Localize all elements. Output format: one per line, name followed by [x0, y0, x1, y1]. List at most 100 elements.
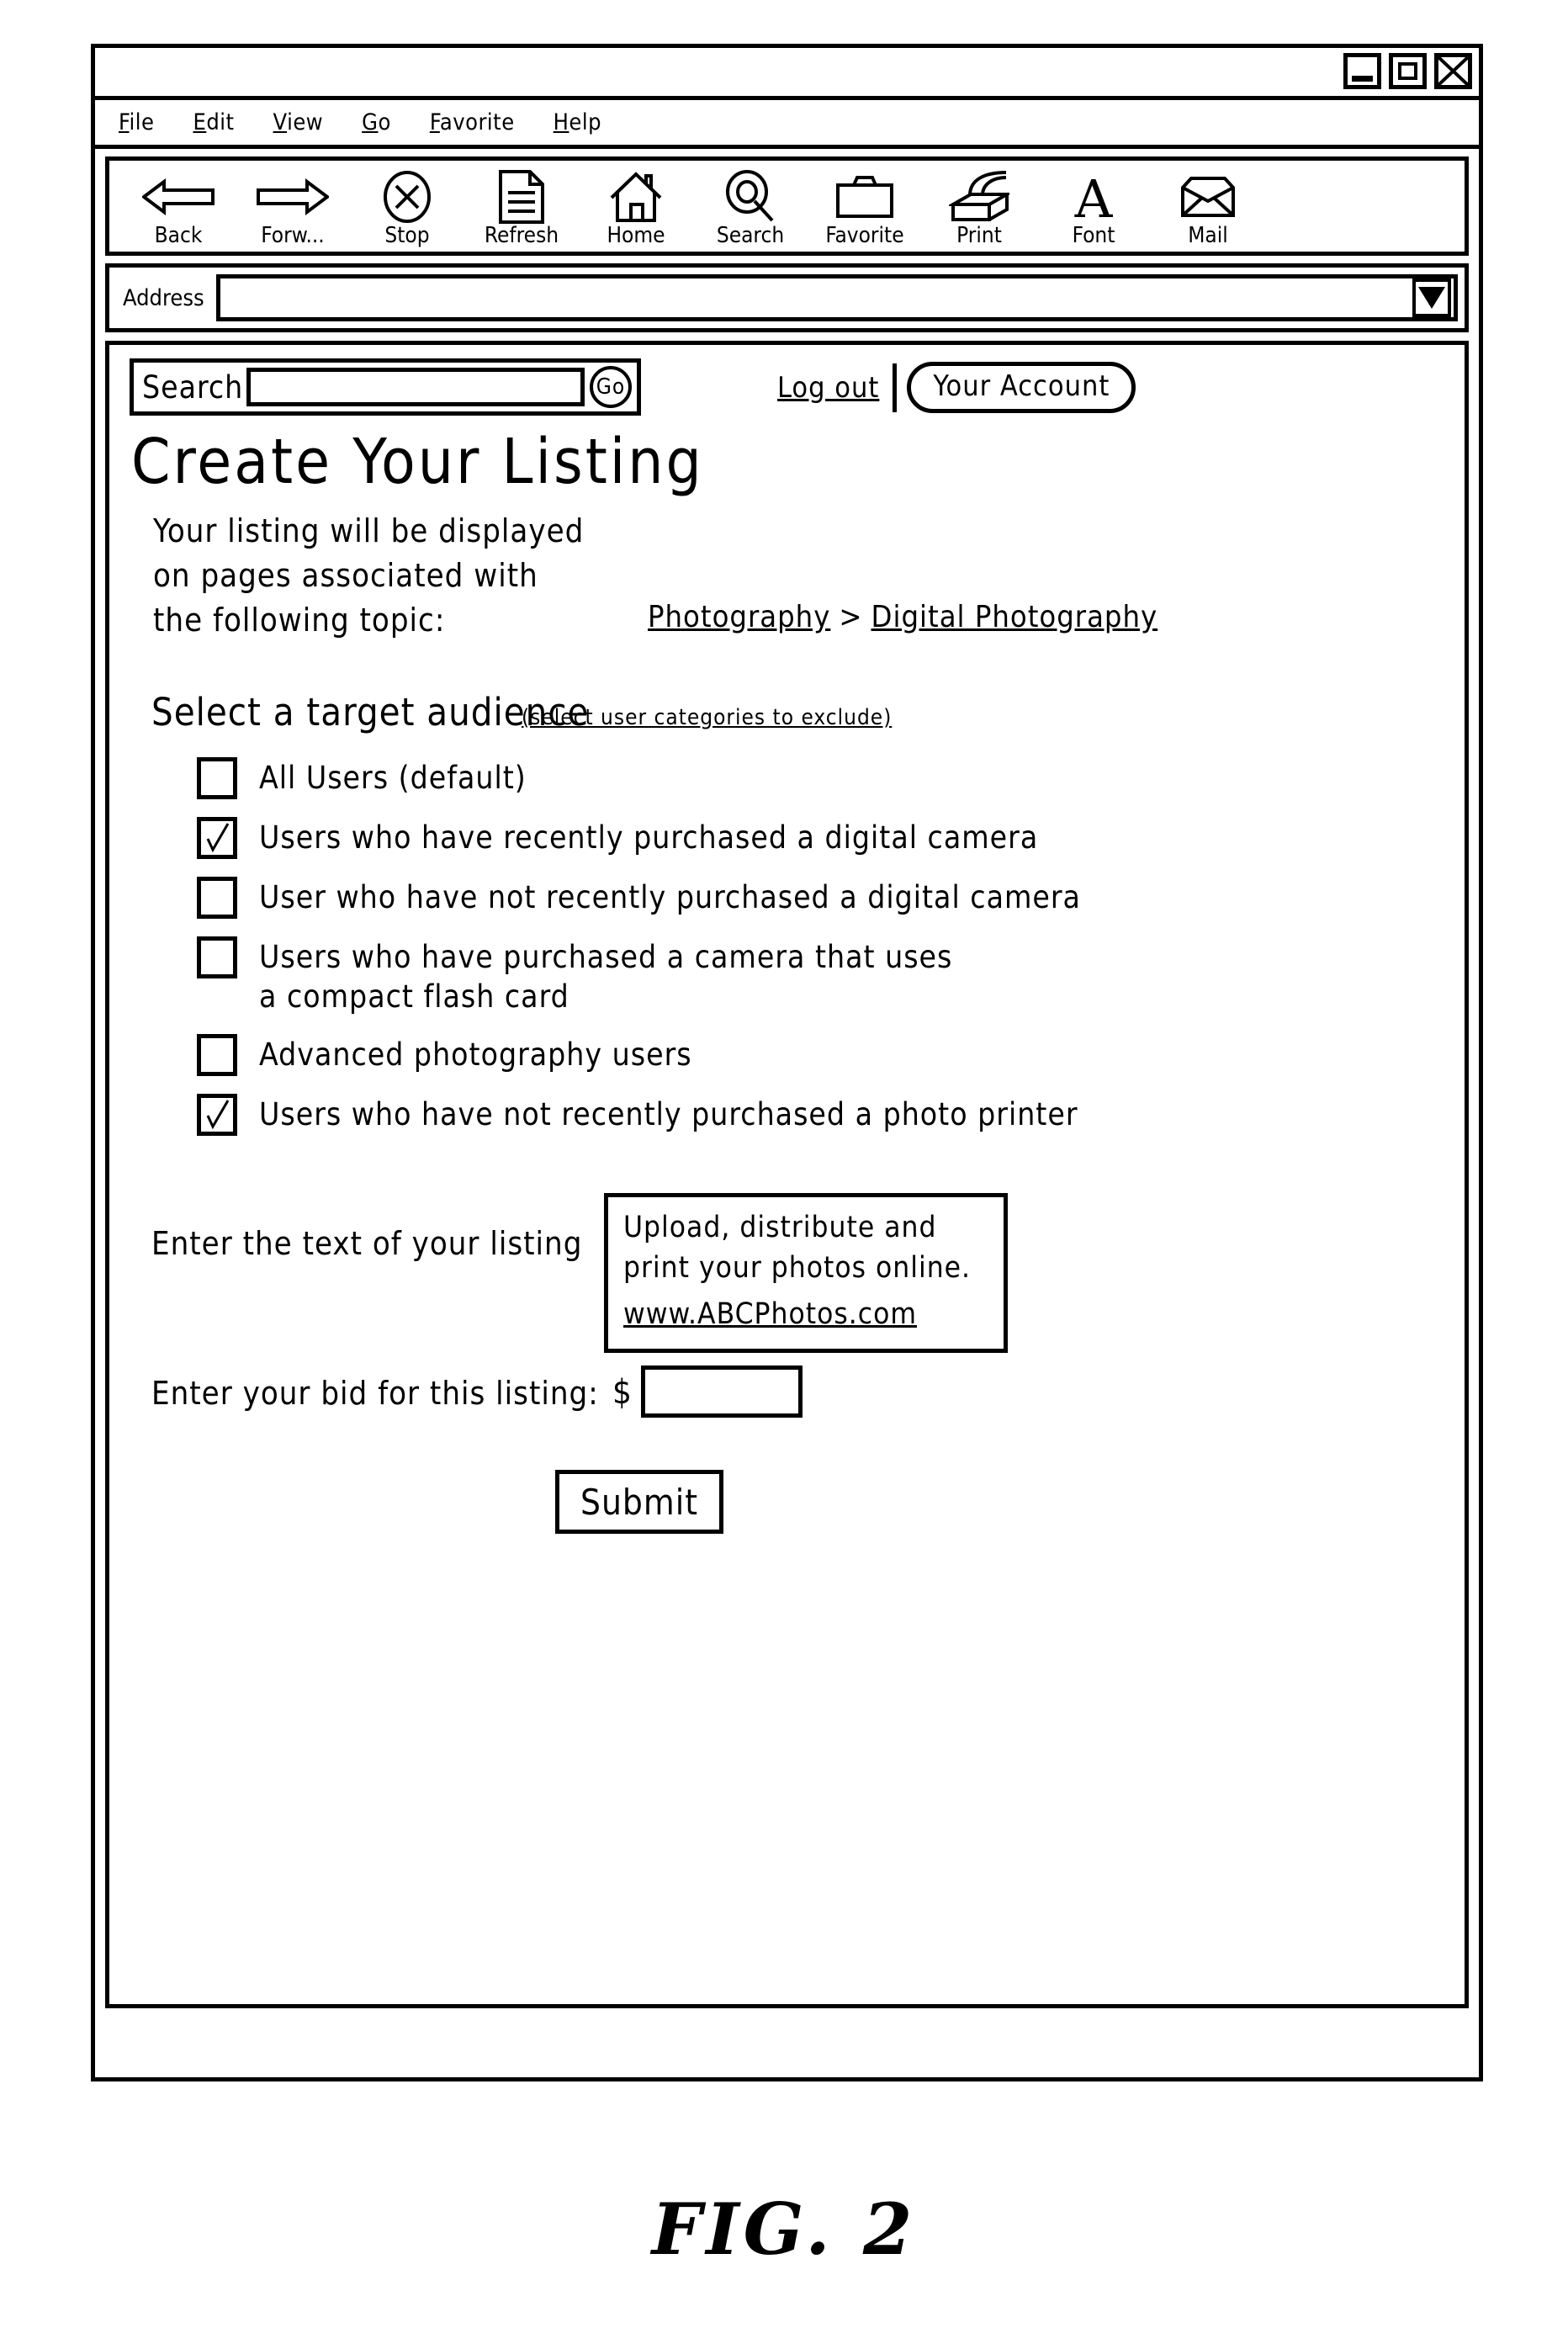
- toolbar-label: Forw...: [261, 223, 325, 248]
- audience-section-hint[interactable]: (select user categories to exclude): [522, 705, 892, 730]
- toolbar-label: Mail: [1188, 223, 1228, 248]
- toolbar-button-search[interactable]: Search: [693, 161, 808, 248]
- menu-item-label: elp: [569, 109, 602, 135]
- checkbox-row-compact-flash-camera[interactable]: Users who have purchased a camera that u…: [197, 936, 1448, 1016]
- toolbar-button-refresh[interactable]: Refresh: [464, 161, 579, 248]
- menu-item-favorite[interactable]: Favorite: [430, 109, 515, 135]
- search-label: Search: [142, 369, 244, 406]
- toolbar-label: Stop: [384, 223, 430, 248]
- arrow-left-icon: [142, 171, 215, 223]
- checkbox-label: Users who have purchased a camera that u…: [259, 939, 953, 1015]
- checkbox-all-users[interactable]: [197, 757, 237, 799]
- printer-icon: [949, 171, 1009, 223]
- menu-mnemonic: F: [429, 109, 440, 135]
- toolbar-container: Back Forw... Stop Refresh Home Search Fa…: [95, 149, 1479, 263]
- checkbox-non-recent-printer-buyers[interactable]: [197, 1094, 237, 1136]
- checkbox-row-non-recent-camera-buyers[interactable]: User who have not recently purchased a d…: [197, 877, 1448, 919]
- menu-item-label: o: [378, 109, 391, 135]
- svg-text:A: A: [1074, 172, 1114, 222]
- checkbox-row-advanced-photography-users[interactable]: Advanced photography users: [197, 1034, 1448, 1076]
- bid-currency-symbol: $: [612, 1373, 633, 1412]
- menu-bar: File Edit View Go Favorite Help: [95, 100, 1479, 149]
- bid-input[interactable]: [641, 1366, 803, 1418]
- menu-item-file[interactable]: File: [119, 109, 154, 135]
- checkbox-compact-flash-camera[interactable]: [197, 936, 237, 978]
- address-label: Address: [123, 284, 204, 311]
- checkbox-row-non-recent-printer-buyers[interactable]: Users who have not recently purchased a …: [197, 1094, 1448, 1136]
- checkbox-label: User who have not recently purchased a d…: [259, 879, 1081, 915]
- page-viewport: Search Go Log out Your Account Create Yo…: [105, 341, 1469, 2008]
- breadcrumb-link-photography[interactable]: Photography: [648, 600, 830, 634]
- logout-link[interactable]: Log out: [777, 371, 893, 405]
- window-controls: [1343, 53, 1472, 89]
- account-area: Log out Your Account: [777, 362, 1136, 413]
- menu-item-view[interactable]: View: [273, 109, 324, 135]
- audience-checkbox-list: All Users (default) Users who have recen…: [197, 757, 1448, 1153]
- title-bar: [95, 48, 1479, 100]
- toolbar-button-forward[interactable]: Forw...: [236, 161, 350, 248]
- checkbox-row-all-users[interactable]: All Users (default): [197, 757, 1448, 799]
- chevron-down-icon: [1418, 287, 1445, 309]
- intro-text: Your listing will be displayed on pages …: [153, 512, 585, 639]
- breadcrumb-separator: >: [839, 600, 863, 634]
- toolbar: Back Forw... Stop Refresh Home Search Fa…: [105, 156, 1469, 256]
- letter-a-icon: A: [1071, 171, 1116, 223]
- toolbar-label: Search: [716, 223, 785, 248]
- toolbar-label: Favorite: [825, 223, 904, 248]
- close-button[interactable]: [1434, 53, 1472, 89]
- toolbar-button-mail[interactable]: Mail: [1151, 161, 1265, 248]
- address-bar: Address: [105, 263, 1469, 332]
- address-input[interactable]: [215, 274, 1458, 321]
- menu-item-label: dit: [206, 109, 235, 135]
- submit-button[interactable]: Submit: [555, 1470, 723, 1534]
- menu-item-label: ile: [129, 109, 155, 135]
- envelope-icon: [1180, 171, 1236, 223]
- toolbar-label: Refresh: [484, 223, 559, 248]
- breadcrumb: Photography > Digital Photography: [648, 600, 1157, 634]
- toolbar-label: Home: [607, 223, 665, 248]
- toolbar-button-favorite[interactable]: Favorite: [808, 161, 922, 248]
- minimize-button[interactable]: [1343, 53, 1381, 89]
- site-header: Search Go Log out Your Account: [130, 358, 1444, 417]
- checkbox-label: Users who have recently purchased a digi…: [259, 819, 1039, 856]
- listing-url-value: www.ABCPhotos.com: [623, 1297, 918, 1331]
- toolbar-label: Font: [1072, 223, 1115, 248]
- maximize-button[interactable]: [1389, 53, 1427, 89]
- menu-item-help[interactable]: Help: [554, 109, 601, 135]
- checkbox-recent-camera-buyers[interactable]: [197, 817, 237, 859]
- house-icon: [609, 171, 663, 223]
- menu-mnemonic: G: [362, 109, 379, 135]
- bid-label: Enter your bid for this listing:: [151, 1375, 599, 1412]
- figure-caption: FIG. 2: [651, 2187, 917, 2271]
- menu-mnemonic: E: [193, 109, 207, 135]
- checkbox-non-recent-camera-buyers[interactable]: [197, 877, 237, 919]
- close-icon: [1438, 57, 1468, 85]
- toolbar-button-print[interactable]: Print: [922, 161, 1036, 248]
- menu-mnemonic: F: [119, 109, 130, 135]
- document-icon: [498, 170, 545, 224]
- breadcrumb-link-digital-photography[interactable]: Digital Photography: [871, 600, 1158, 634]
- address-dropdown-button[interactable]: [1412, 278, 1451, 317]
- listing-textarea[interactable]: Upload, distribute and print your photos…: [604, 1193, 1008, 1353]
- checkbox-row-recent-camera-buyers[interactable]: Users who have recently purchased a digi…: [197, 817, 1448, 859]
- folder-icon: [835, 171, 894, 223]
- toolbar-button-home[interactable]: Home: [579, 161, 693, 248]
- menu-item-go[interactable]: Go: [362, 109, 391, 135]
- checkbox-label: Users who have not recently purchased a …: [259, 1096, 1078, 1132]
- checkmark-icon: [206, 1100, 230, 1130]
- search-input[interactable]: [246, 368, 585, 406]
- toolbar-button-font[interactable]: A Font: [1036, 161, 1151, 248]
- toolbar-button-stop[interactable]: Stop: [350, 161, 464, 248]
- checkbox-label: All Users (default): [259, 760, 527, 796]
- divider: [893, 363, 898, 412]
- magnifier-icon: [724, 170, 776, 223]
- page-title: Create Your Listing: [131, 426, 704, 498]
- listing-text-label: Enter the text of your listing: [151, 1225, 583, 1262]
- search-go-button[interactable]: Go: [590, 366, 632, 408]
- stop-circle-x-icon: [383, 171, 432, 223]
- checkbox-advanced-photography-users[interactable]: [197, 1034, 237, 1076]
- checkmark-icon: [206, 823, 230, 853]
- toolbar-button-back[interactable]: Back: [121, 161, 236, 248]
- menu-item-edit[interactable]: Edit: [193, 109, 234, 135]
- your-account-button[interactable]: Your Account: [907, 362, 1136, 413]
